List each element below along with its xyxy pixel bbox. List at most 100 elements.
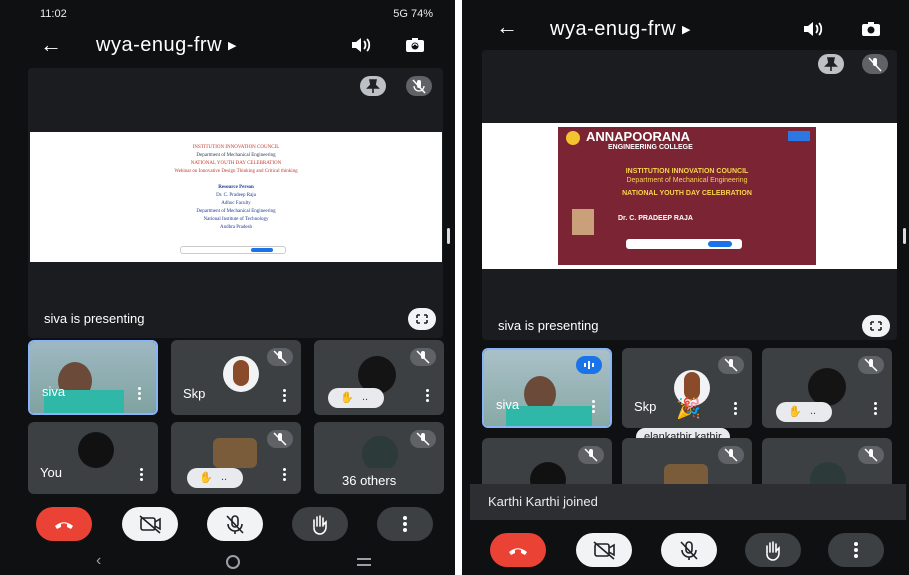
end-call-button[interactable] [36, 507, 92, 541]
mic-off-button[interactable] [661, 533, 717, 567]
presentation-stage: INSTITUTION INNOVATION COUNCIL Departmen… [28, 68, 443, 338]
more-options-icon[interactable] [140, 468, 144, 482]
poster-line-1: INSTITUTION INNOVATION COUNCIL [625, 168, 749, 175]
meeting-title[interactable]: wya-enug-frw ▶ [96, 34, 237, 57]
slide-rp-title: Resource Person [218, 185, 254, 190]
presentation-stage: ANNAPOORANA ENGINEERING COLLEGE INSTITUT… [482, 50, 897, 340]
muted-mic-icon [267, 430, 293, 448]
reaction-pill: ✋.. [328, 388, 384, 408]
back-arrow-icon[interactable]: ← [496, 14, 518, 40]
slide-rp-4: Andhra Pradesh [219, 225, 253, 230]
poster-speaker: Dr. C. PRADEEP RAJA [618, 215, 693, 222]
status-time: 11:02 [40, 8, 67, 20]
muted-mic-icon [410, 430, 436, 448]
nav-back-icon[interactable]: ‹ [96, 552, 101, 570]
slide-poster: ANNAPOORANA ENGINEERING COLLEGE INSTITUT… [558, 127, 816, 265]
more-options-button[interactable] [828, 533, 884, 567]
muted-mic-icon [406, 76, 432, 96]
chevron-right-icon: ▶ [228, 40, 238, 53]
slide-line-1: INSTITUTION INNOVATION COUNCIL [192, 145, 280, 150]
poster-line-2: Department of Mechanical Engineering [626, 177, 748, 184]
participant-name: siva [42, 384, 66, 399]
more-options-icon[interactable] [283, 468, 287, 482]
fullscreen-icon[interactable] [862, 315, 890, 337]
slide-share-button [708, 241, 732, 247]
participant-tile-siva[interactable]: siva [482, 348, 612, 428]
speaker-icon[interactable] [802, 20, 828, 44]
android-nav-bar: ‹ [0, 549, 455, 575]
more-options-icon[interactable] [592, 400, 596, 414]
poster-line-3: NATIONAL YOUTH DAY CELEBRATION [622, 190, 752, 197]
reaction-pill: ✋.. [776, 402, 832, 422]
end-call-button[interactable] [490, 533, 546, 567]
more-options-button[interactable] [377, 507, 433, 541]
raised-hand-icon: ✋ [340, 392, 354, 404]
muted-mic-icon [718, 446, 744, 464]
raise-hand-button[interactable] [745, 533, 801, 567]
speaker-icon[interactable] [350, 36, 376, 60]
college-logo-icon [566, 131, 580, 145]
right-phone-screen: ← wya-enug-frw ▶ ANNAPOORANA ENGINEERING … [462, 0, 909, 575]
more-options-icon[interactable] [426, 389, 430, 403]
slide-rp-name: Dr. C. Pradeep Raja [216, 193, 256, 198]
slide-line-3: NATIONAL YOUTH DAY CELEBRATION [190, 161, 282, 166]
participant-name: siva [496, 397, 520, 412]
scroll-indicator [447, 228, 450, 244]
slide-rp-1: Adhoc Faculty [221, 201, 251, 206]
slide-share-button [251, 248, 273, 252]
participant-avatar [808, 368, 846, 406]
participant-tile[interactable]: ✋.. [762, 348, 892, 428]
raise-hand-button[interactable] [292, 507, 348, 541]
slide-line-2: Department of Mechanical Engineering [196, 153, 276, 158]
slide-share-bar [626, 239, 742, 249]
muted-mic-icon [862, 54, 888, 74]
nav-home-icon[interactable] [226, 555, 240, 569]
pin-icon[interactable] [360, 76, 386, 96]
participant-photo [233, 360, 249, 386]
muted-mic-icon [858, 356, 884, 374]
chevron-right-icon: ▶ [682, 24, 692, 37]
presenting-label: siva is presenting [498, 318, 599, 333]
accreditation-logo [788, 131, 810, 141]
meeting-top-bar: ← wya-enug-frw ▶ [0, 26, 455, 66]
participant-avatar [78, 432, 114, 468]
raised-hand-icon: ✋ [788, 406, 802, 418]
participant-tile-siva[interactable]: siva [28, 340, 158, 415]
back-arrow-icon[interactable]: ← [40, 32, 62, 58]
slide-line-4: Webinar on Innovative Design Thinking an… [174, 169, 298, 174]
muted-mic-icon [267, 348, 293, 366]
participant-tile[interactable]: ✋.. [314, 340, 444, 415]
nav-recents-icon[interactable] [357, 558, 371, 566]
speaker-photo [572, 209, 594, 235]
switch-camera-icon[interactable] [860, 20, 886, 44]
participant-photo [213, 438, 257, 468]
slide-share-bar [180, 246, 286, 254]
participant-tile-skp[interactable]: Skp [171, 340, 301, 415]
participant-tile-skp[interactable]: 🎉 Skp [622, 348, 752, 428]
more-options-icon[interactable] [138, 387, 142, 401]
shared-slide: INSTITUTION INNOVATION COUNCIL Departmen… [30, 132, 442, 262]
shared-slide: ANNAPOORANA ENGINEERING COLLEGE INSTITUT… [482, 123, 897, 269]
mic-off-button[interactable] [207, 507, 263, 541]
reaction-count: .. [362, 391, 369, 403]
muted-mic-icon [578, 446, 604, 464]
others-count-label[interactable]: 36 others [328, 468, 407, 494]
participant-tile-you[interactable]: You [28, 422, 158, 494]
meeting-title[interactable]: wya-enug-frw ▶ [550, 18, 691, 41]
reaction-count: .. [810, 405, 817, 417]
participant-tile[interactable]: ✋.. [171, 422, 301, 494]
join-notification-toast: Karthi Karthi joined [470, 484, 906, 520]
toast-message: Karthi Karthi joined [488, 494, 598, 509]
slide-rp-3: National Institute of Technology [203, 217, 269, 222]
status-bar: 11:02 5G 74% [0, 0, 455, 26]
pin-icon[interactable] [818, 54, 844, 74]
participant-name: Skp [183, 386, 206, 401]
camera-off-button[interactable] [122, 507, 178, 541]
switch-camera-icon[interactable] [404, 36, 430, 60]
more-options-icon[interactable] [283, 389, 287, 403]
fullscreen-icon[interactable] [408, 308, 436, 330]
more-options-icon[interactable] [874, 402, 878, 416]
more-options-icon[interactable] [734, 402, 738, 416]
camera-off-button[interactable] [576, 533, 632, 567]
others-tile[interactable]: 36 others [314, 422, 444, 494]
